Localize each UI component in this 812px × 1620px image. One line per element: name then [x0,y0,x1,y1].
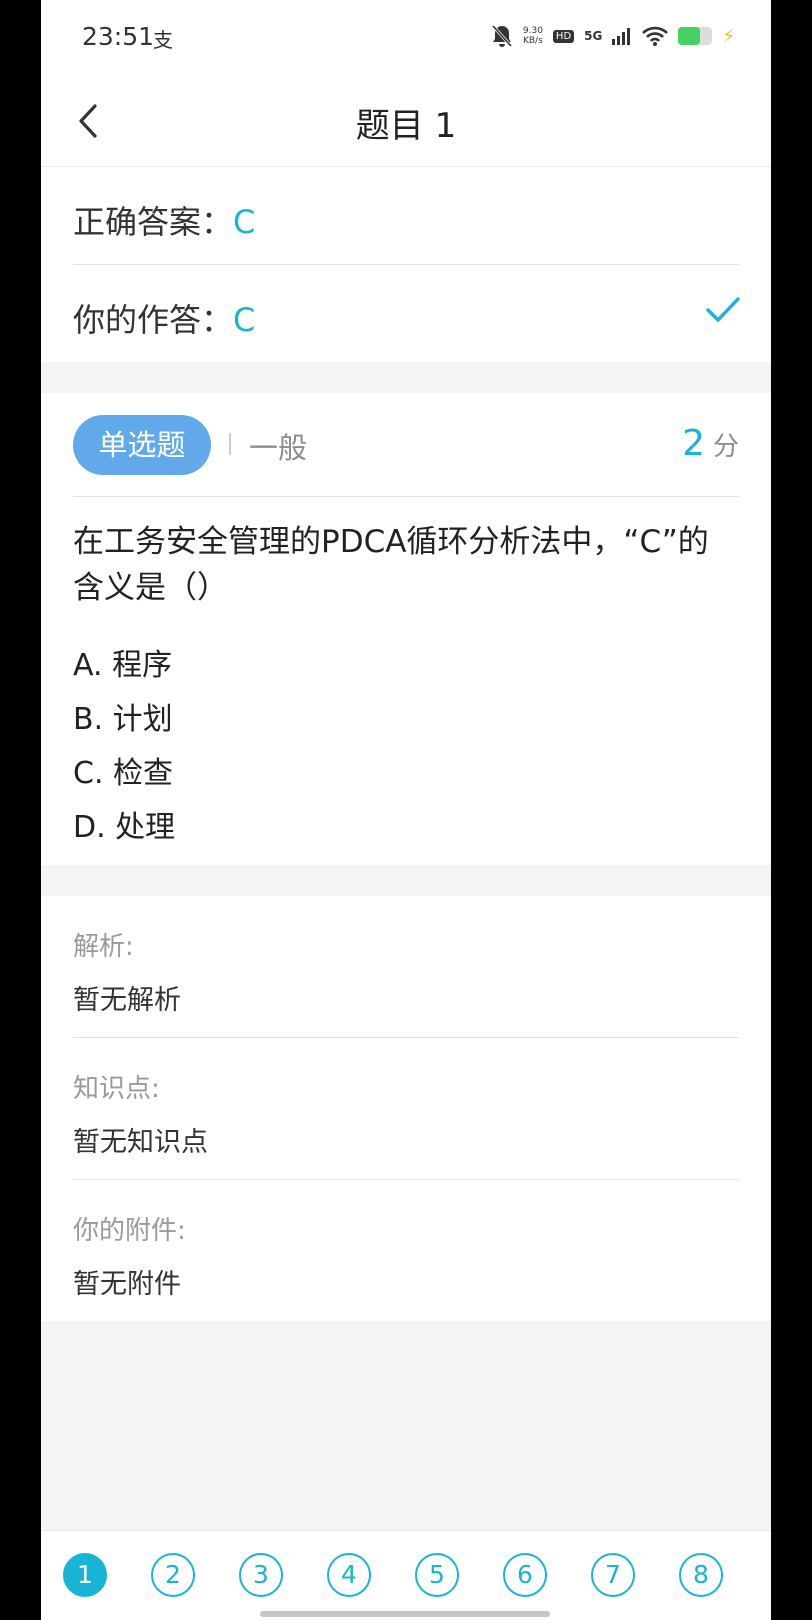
correct-answer-row: 正确答案：C [73,197,739,243]
knowledge-value: 暂无知识点 [73,1127,208,1158]
status-bar: 23:51 支 9.30 KB/s HD 5G ⚡ [41,0,771,78]
question-number-4[interactable]: 4 [327,1553,371,1597]
status-icons: 9.30 KB/s HD 5G ⚡ [491,24,735,48]
your-answer-value: C [233,301,256,339]
analysis-value: 暂无解析 [73,985,181,1016]
check-icon [706,297,740,322]
question-card: 单选题 一般 2分 在工务安全管理的PDCA循环分析法中，“C”的含义是（） A… [41,393,771,865]
question-type-tag: 单选题 [73,415,211,475]
option-b: B. 计划 [73,702,173,737]
phone-screen: 23:51 支 9.30 KB/s HD 5G ⚡ 题目 1 正确答案：C 你的… [41,0,771,1620]
correct-answer-label: 正确答案： [73,203,234,241]
answer-card: 正确答案：C 你的作答：C [41,167,771,362]
top-bar: 题目 1 [41,78,771,167]
question-number-1[interactable]: 1 [63,1553,107,1597]
analysis-card: 解析: 暂无解析 知识点: 暂无知识点 你的附件: 暂无附件 [41,896,771,1321]
divider [73,1037,739,1038]
question-text: 在工务安全管理的PDCA循环分析法中，“C”的含义是（） [73,524,709,606]
your-answer-row: 你的作答：C [73,295,739,341]
net-speed: 9.30 KB/s [523,26,543,46]
score-unit: 分 [712,432,739,462]
status-time: 23:51 [82,22,155,51]
question-number-7[interactable]: 7 [591,1553,635,1597]
your-answer-label: 你的作答： [73,301,234,339]
analysis-label: 解析: [73,932,134,962]
bell-mute-icon [491,24,512,48]
charging-icon: ⚡ [722,25,735,47]
question-number-6[interactable]: 6 [503,1553,547,1597]
divider [73,1179,739,1180]
score-value: 2 [682,423,705,464]
signal-icon [612,28,631,45]
home-indicator[interactable] [260,1611,550,1617]
alipay-icon: 支 [153,28,173,52]
option-c: C. 检查 [73,756,174,791]
attachment-label: 你的附件: [73,1216,186,1246]
tag-separator [229,433,231,455]
question-number-8[interactable]: 8 [679,1553,723,1597]
question-number-3[interactable]: 3 [239,1553,283,1597]
correct-answer-value: C [233,203,256,241]
divider [73,496,739,497]
question-navigator: 12345678 [41,1530,771,1620]
page-title: 题目 1 [355,106,457,146]
question-number-list: 12345678 [63,1553,723,1597]
hd-badge: HD [552,29,575,43]
option-a: A. 程序 [73,648,173,683]
divider [73,264,739,265]
battery-icon [678,27,713,45]
difficulty-label: 一般 [249,431,308,465]
option-d: D. 处理 [73,810,176,845]
knowledge-label: 知识点: [73,1074,160,1104]
score: 2分 [682,423,739,464]
attachment-value: 暂无附件 [73,1269,181,1300]
wifi-icon [642,26,669,46]
net-speed-value: 9.30 [522,26,543,36]
net-speed-unit: KB/s [522,36,543,46]
question-number-2[interactable]: 2 [151,1553,195,1597]
question-number-5[interactable]: 5 [415,1553,459,1597]
network-type: 5G [584,29,603,43]
